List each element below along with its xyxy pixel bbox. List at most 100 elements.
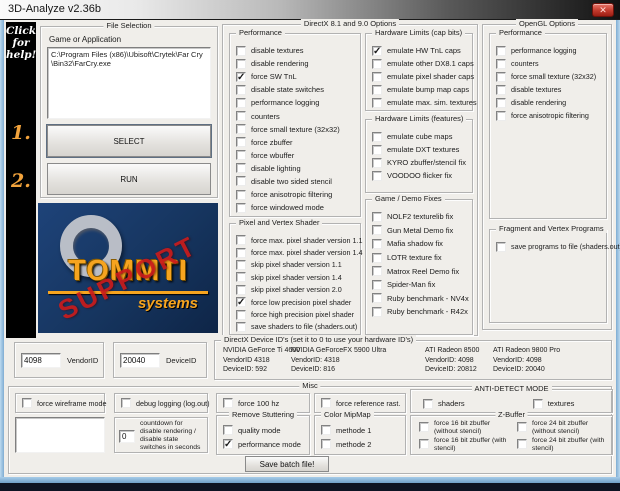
checkbox-row[interactable]: force 24 bit zbuffer (with stencil) — [517, 437, 615, 454]
checkbox[interactable] — [372, 306, 382, 317]
checkbox-row[interactable]: shaders — [423, 397, 465, 410]
checkbox[interactable] — [372, 84, 382, 95]
checkbox-row[interactable]: KYRO zbuffer/stencil fix — [372, 156, 470, 169]
checkbox-row[interactable]: ✓ emulate HW TnL caps — [372, 44, 470, 57]
checkbox[interactable] — [236, 45, 246, 56]
checkbox[interactable] — [236, 202, 246, 213]
checkbox[interactable] — [372, 170, 382, 181]
checkbox[interactable] — [236, 58, 246, 69]
checkbox[interactable] — [236, 111, 246, 122]
checkbox-row[interactable]: Ruby benchmark - NV4x — [372, 292, 470, 306]
checkbox-row[interactable]: emulate bump map caps — [372, 83, 470, 96]
checkbox-row[interactable]: save programs to file (shaders.out) — [496, 240, 620, 253]
checkbox-row[interactable]: methode 1 — [321, 423, 403, 437]
checkbox[interactable] — [372, 293, 382, 304]
checkbox-row[interactable]: force zbuffer — [236, 136, 358, 149]
checkbox[interactable]: ✓ — [372, 45, 382, 56]
checkbox[interactable] — [321, 398, 331, 408]
close-button[interactable]: ✕ — [592, 3, 614, 17]
checkbox-row[interactable]: Matrox Reel Demo fix — [372, 264, 470, 278]
checkbox[interactable] — [517, 422, 527, 432]
checkbox[interactable] — [236, 124, 246, 135]
checkbox[interactable]: ✓ — [236, 71, 246, 82]
checkbox[interactable] — [236, 235, 246, 246]
checkbox-row[interactable]: emulate pixel shader caps — [372, 70, 474, 83]
checkbox-row[interactable]: disable state switches — [236, 83, 358, 96]
checkbox[interactable] — [496, 110, 506, 121]
checkbox[interactable] — [372, 252, 382, 263]
checkbox-row[interactable]: force 24 bit zbuffer (without stencil) — [517, 420, 615, 437]
checkbox[interactable] — [372, 97, 382, 108]
checkbox[interactable] — [419, 422, 429, 432]
checkbox[interactable] — [372, 157, 382, 168]
checkbox-row[interactable]: force 16 bit zbuffer (without stencil) — [419, 420, 517, 437]
checkbox[interactable] — [321, 439, 331, 449]
checkbox-row[interactable]: performance logging — [496, 44, 604, 57]
run-button[interactable]: RUN — [47, 163, 211, 195]
checkbox-row[interactable]: emulate max. sim. textures — [372, 96, 477, 109]
checkbox-row[interactable]: force anisotropic filtering — [236, 188, 358, 201]
checkbox[interactable] — [372, 279, 382, 290]
checkbox-row[interactable]: Spider-Man fix — [372, 278, 470, 292]
checkbox-row[interactable]: force reference rast. — [321, 397, 400, 410]
checkbox-row[interactable]: save shaders to file (shaders.out) — [236, 321, 358, 333]
checkbox-row[interactable]: force small texture (32x32) — [496, 70, 604, 83]
checkbox-row[interactable]: force windowed mode — [236, 201, 358, 214]
checkbox[interactable] — [121, 398, 131, 408]
checkbox-row[interactable]: quality mode — [223, 423, 307, 437]
checkbox-row[interactable]: force max. pixel shader version 1.1 — [236, 234, 362, 246]
checkbox-row[interactable]: skip pixel shader version 1.4 — [236, 271, 358, 283]
checkbox[interactable] — [236, 259, 246, 270]
checkbox-row[interactable]: force anisotropic filtering — [496, 109, 604, 122]
checkbox[interactable] — [372, 238, 382, 249]
checkbox-row[interactable]: methode 2 — [321, 437, 403, 451]
checkbox[interactable] — [321, 425, 331, 435]
checkbox[interactable] — [372, 131, 382, 142]
checkbox-row[interactable]: NOLF2 texturelib fix — [372, 210, 470, 224]
checkbox-row[interactable]: performance logging — [236, 96, 358, 109]
tommti-logo[interactable]: TOMMTI systems SUPPORT — [38, 203, 218, 333]
checkbox[interactable] — [496, 241, 506, 252]
checkbox[interactable] — [496, 58, 506, 69]
checkbox[interactable] — [223, 425, 233, 435]
checkbox-row[interactable]: textures — [532, 397, 574, 410]
checkbox-row[interactable]: disable lighting — [236, 162, 358, 175]
checkbox[interactable] — [372, 266, 382, 277]
checkbox-row[interactable]: disable textures — [496, 83, 604, 96]
checkbox-row[interactable]: Ruby benchmark - R42x — [372, 305, 470, 319]
checkbox[interactable] — [236, 309, 246, 320]
checkbox-row[interactable]: disable textures — [236, 44, 358, 57]
checkbox-row[interactable]: force wireframe mode — [22, 397, 107, 410]
checkbox-row[interactable]: force 16 bit zbuffer (with stencil) — [419, 437, 517, 454]
checkbox-row[interactable]: ✓ force low precision pixel shader — [236, 296, 358, 308]
checkbox[interactable] — [517, 439, 527, 449]
checkbox-row[interactable]: emulate cube maps — [372, 130, 470, 143]
checkbox[interactable] — [223, 398, 233, 408]
checkbox[interactable] — [372, 211, 382, 222]
checkbox[interactable] — [423, 398, 433, 409]
checkbox-row[interactable]: force small texture (32x32) — [236, 123, 358, 136]
click-for-help[interactable]: Click for help! — [6, 25, 36, 61]
checkbox[interactable] — [236, 163, 246, 174]
checkbox-row[interactable]: counters — [496, 57, 604, 70]
checkbox[interactable] — [236, 137, 246, 148]
checkbox-row[interactable]: disable two sided stencil — [236, 175, 358, 188]
checkbox[interactable] — [372, 144, 382, 155]
checkbox[interactable] — [236, 150, 246, 161]
checkbox[interactable] — [236, 284, 246, 295]
checkbox[interactable] — [236, 321, 246, 332]
checkbox-row[interactable]: emulate DXT textures — [372, 143, 470, 156]
checkbox[interactable] — [236, 247, 246, 258]
countdown-input[interactable] — [119, 430, 135, 443]
checkbox[interactable] — [236, 176, 246, 187]
save-batch-file-button[interactable]: Save batch file! — [245, 456, 329, 472]
checkbox[interactable] — [496, 45, 506, 56]
checkbox-row[interactable]: force 100 hz — [223, 397, 279, 410]
checkbox[interactable] — [496, 84, 506, 95]
checkbox-row[interactable]: debug logging (log.out) — [121, 397, 210, 410]
checkbox-row[interactable]: Gun Metal Demo fix — [372, 224, 470, 238]
checkbox[interactable] — [372, 225, 382, 236]
checkbox-row[interactable]: LOTR texture fix — [372, 251, 470, 265]
checkbox-row[interactable]: disable rendering — [236, 57, 358, 70]
checkbox-row[interactable]: disable rendering — [496, 96, 604, 109]
